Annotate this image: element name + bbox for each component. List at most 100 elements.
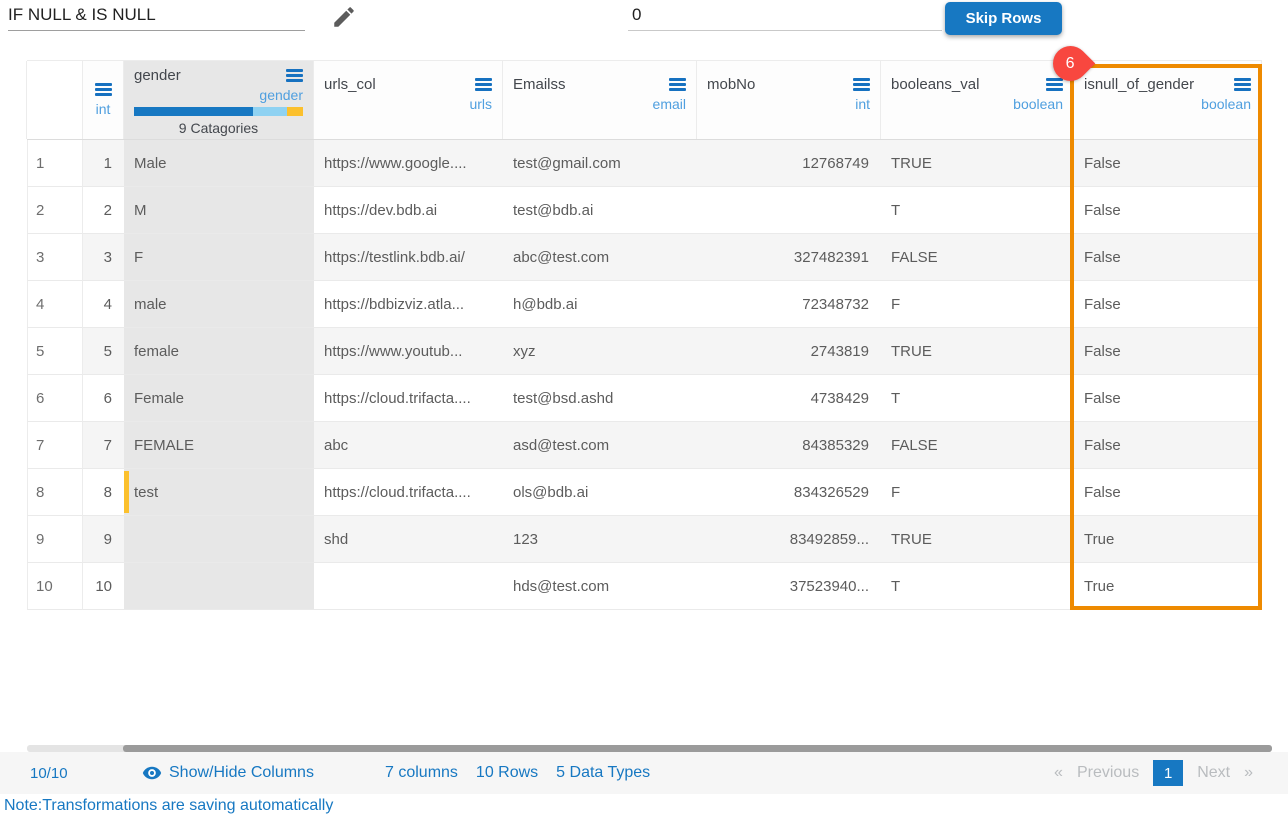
show-hide-columns-label: Show/Hide Columns: [169, 764, 314, 782]
row-number-cell: 8: [27, 469, 83, 516]
table-row: 33Fhttps://testlink.bdb.ai/abc@test.com3…: [27, 234, 1262, 281]
table-row: 11Malehttps://www.google....test@gmail.c…: [27, 140, 1262, 187]
horizontal-scrollbar-track[interactable]: [27, 745, 1272, 752]
table-cell: https://www.google....: [314, 140, 503, 187]
table-cell: 834326529: [697, 469, 881, 516]
column-header-0: [26, 61, 83, 139]
column-type-label: int: [96, 101, 111, 117]
table-cell: [697, 187, 881, 234]
columns-count-label: 7 columns: [385, 764, 458, 782]
table-cell: F: [124, 234, 314, 281]
column-menu-icon[interactable]: [853, 78, 870, 91]
pagination-current-page[interactable]: 1: [1153, 760, 1183, 786]
column-menu-icon[interactable]: [286, 69, 303, 82]
row-number-cell: 7: [27, 422, 83, 469]
category-bar-segment: [134, 107, 253, 116]
table-cell: 123: [503, 516, 697, 563]
table-cell: test@bsd.ashd: [503, 375, 697, 422]
table-cell: False: [1074, 422, 1262, 469]
column-menu-icon[interactable]: [475, 78, 492, 91]
column-menu-icon[interactable]: [1234, 78, 1251, 91]
table-row: 1010hds@test.com37523940...TTrue: [27, 563, 1262, 610]
column-header-Emailss[interactable]: Emailss email: [502, 61, 697, 139]
table-cell: TRUE: [881, 516, 1074, 563]
horizontal-scrollbar-thumb[interactable]: [123, 745, 1272, 752]
column-header-mobNo[interactable]: mobNoint: [696, 61, 881, 139]
skip-rows-value-input[interactable]: 0: [628, 0, 942, 31]
table-row: 44malehttps://bdbizviz.atla...h@bdb.ai72…: [27, 281, 1262, 328]
table-cell: 2: [83, 187, 124, 234]
column-menu-icon[interactable]: [95, 83, 112, 96]
cell-edit-marker: [124, 471, 129, 513]
column-menu-icon[interactable]: [669, 78, 686, 91]
column-type-label: gender: [134, 87, 303, 103]
table-cell: Male: [124, 140, 314, 187]
column-type-label: email: [513, 96, 686, 112]
skip-rows-button[interactable]: Skip Rows: [945, 2, 1062, 35]
category-bar-segment: [287, 107, 303, 116]
categories-count-label: 9 Catagories: [134, 120, 303, 136]
table-cell: FALSE: [881, 422, 1074, 469]
table-cell: [124, 516, 314, 563]
table-cell: test: [124, 469, 314, 516]
column-header-1[interactable]: int: [82, 61, 124, 139]
table-cell: 84385329: [697, 422, 881, 469]
table-cell: 83492859...: [697, 516, 881, 563]
table-cell: False: [1074, 140, 1262, 187]
table-row: 55femalehttps://www.youtub...xyz2743819T…: [27, 328, 1262, 375]
autosave-note: Note:Transformations are saving automati…: [4, 797, 333, 815]
table-cell: False: [1074, 328, 1262, 375]
table-row: 77FEMALEabcasd@test.com84385329FALSEFals…: [27, 422, 1262, 469]
row-number-cell: 1: [27, 140, 83, 187]
pagination-next-button[interactable]: Next: [1197, 764, 1230, 782]
pagination-prev-arrow[interactable]: «: [1054, 764, 1063, 782]
column-name-label: booleans_val: [891, 76, 979, 93]
table-cell: 6: [83, 375, 124, 422]
grid-body: 11Malehttps://www.google....test@gmail.c…: [27, 140, 1262, 610]
column-name-label: urls_col: [324, 76, 376, 93]
table-row: 88testhttps://cloud.trifacta....ols@bdb.…: [27, 469, 1262, 516]
table-cell: 12768749: [697, 140, 881, 187]
table-cell: [314, 563, 503, 610]
table-cell: https://testlink.bdb.ai/: [314, 234, 503, 281]
table-cell: 5: [83, 328, 124, 375]
table-cell: [124, 563, 314, 610]
category-distribution-bar[interactable]: [134, 107, 303, 116]
table-cell: TRUE: [881, 328, 1074, 375]
eye-icon: [142, 763, 162, 783]
column-name-label: Emailss: [513, 76, 566, 93]
table-cell: TRUE: [881, 140, 1074, 187]
table-cell: abc: [314, 422, 503, 469]
table-cell: ols@bdb.ai: [503, 469, 697, 516]
table-cell: F: [881, 281, 1074, 328]
table-cell: 3: [83, 234, 124, 281]
column-header-urls_col[interactable]: urls_colurls: [313, 61, 503, 139]
column-header-gender[interactable]: gendergender9 Catagories: [123, 61, 314, 139]
table-cell: 4738429: [697, 375, 881, 422]
column-type-label: boolean: [891, 96, 1063, 112]
step-number-label: 6: [1066, 55, 1075, 73]
table-row: 66Femalehttps://cloud.trifacta....test@b…: [27, 375, 1262, 422]
table-row: 99shd12383492859...TRUETrue: [27, 516, 1262, 563]
table-cell: 327482391: [697, 234, 881, 281]
show-hide-columns-button[interactable]: Show/Hide Columns: [142, 763, 314, 783]
column-header-booleans_val[interactable]: booleans_valboolean: [880, 61, 1074, 139]
table-cell: asd@test.com: [503, 422, 697, 469]
row-number-cell: 10: [27, 563, 83, 610]
category-bar-segment: [253, 107, 286, 116]
rows-ratio-label: 10/10: [30, 765, 68, 782]
column-header-isnull_of_gender[interactable]: isnull_of_genderboolean: [1073, 61, 1262, 139]
grid-footer-bar: 10/10 Show/Hide Columns 7 columns 10 Row…: [0, 752, 1288, 794]
table-cell: 7: [83, 422, 124, 469]
pagination-previous-button[interactable]: Previous: [1077, 764, 1139, 782]
table-cell: 1: [83, 140, 124, 187]
column-menu-icon[interactable]: [1046, 78, 1063, 91]
table-cell: 8: [83, 469, 124, 516]
transform-name-input[interactable]: IF NULL & IS NULL: [8, 0, 305, 31]
pagination: « Previous 1 Next »: [1054, 760, 1253, 786]
row-number-cell: 6: [27, 375, 83, 422]
edit-pencil-icon[interactable]: [331, 4, 357, 30]
pagination-next-arrow[interactable]: »: [1244, 764, 1253, 782]
column-type-label: urls: [324, 96, 492, 112]
row-number-cell: 3: [27, 234, 83, 281]
